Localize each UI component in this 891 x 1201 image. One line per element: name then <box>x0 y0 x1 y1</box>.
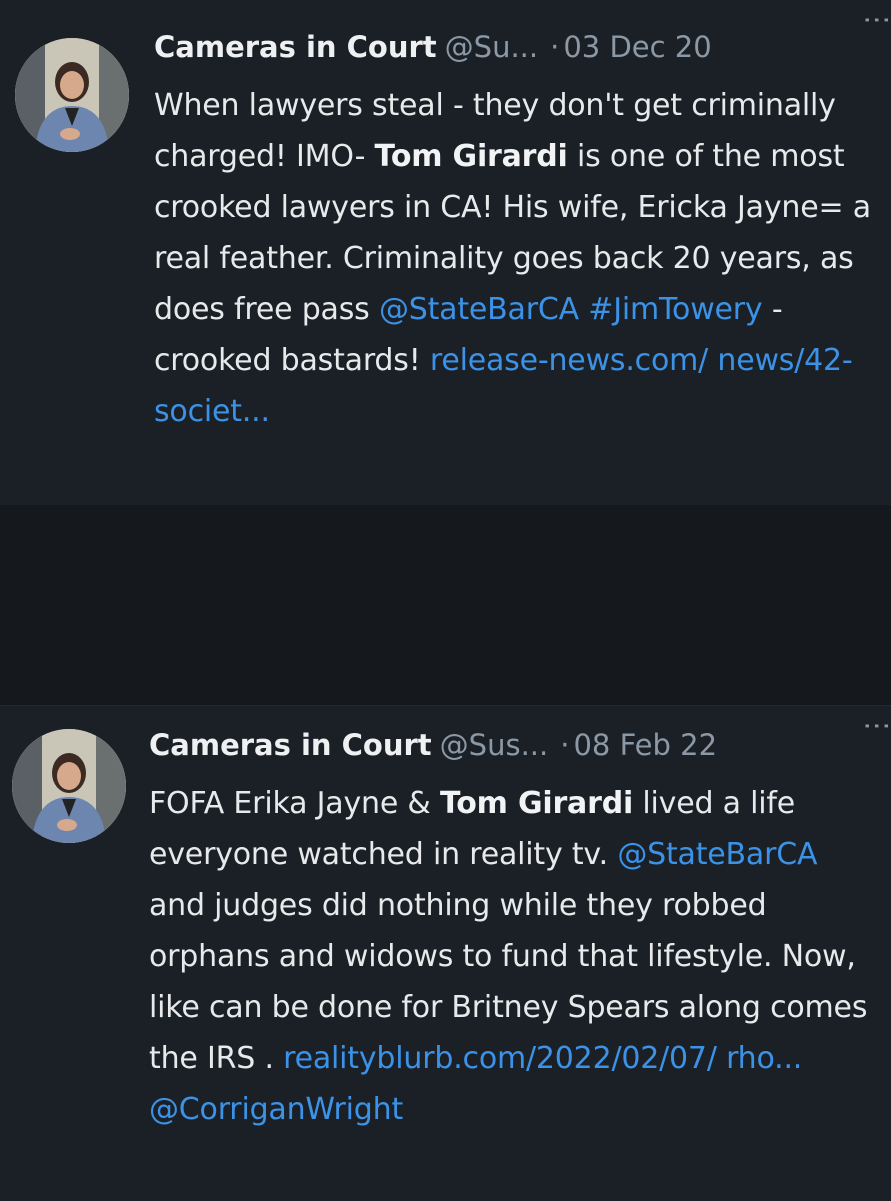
bold-text: Tom Girardi <box>439 786 634 821</box>
mention-link[interactable]: @CorriganWright <box>149 1092 403 1127</box>
text-segment: FOFA Erika Jayne & <box>149 786 440 821</box>
tweet-header: Cameras in Court @Su... · 03 Dec 20 <box>154 30 871 80</box>
more-options-icon[interactable]: ⋮ <box>861 712 891 738</box>
tweet-text: FOFA Erika Jayne & Tom Girardi lived a l… <box>149 778 871 1135</box>
profile-photo-icon <box>12 729 126 843</box>
display-name[interactable]: Cameras in Court <box>154 30 437 64</box>
separator-dot: · <box>550 30 560 64</box>
mention-link[interactable]: @StateBarCA <box>617 837 817 872</box>
avatar[interactable] <box>15 38 129 152</box>
separator-dot: · <box>560 728 570 762</box>
tweet-card[interactable]: Cameras in Court @Su... · 03 Dec 20 When… <box>0 0 891 505</box>
tweet-date[interactable]: 08 Feb 22 <box>573 728 717 762</box>
mention-link[interactable]: @StateBarCA <box>379 292 579 327</box>
hashtag-link[interactable]: #JimTowery <box>588 292 762 327</box>
more-options-icon[interactable]: ⋮ <box>861 6 891 32</box>
avatar[interactable] <box>12 729 126 843</box>
tweet-header: Cameras in Court @Sus... · 08 Feb 22 <box>149 728 871 778</box>
tweet-text: When lawyers steal - they don't get crim… <box>154 80 871 437</box>
tweet-date[interactable]: 03 Dec 20 <box>563 30 711 64</box>
url-link[interactable]: realityblurb.com/2022/02/07/ rho... <box>283 1041 802 1076</box>
user-handle[interactable]: @Su... <box>445 30 538 64</box>
bold-text: Tom Girardi <box>374 139 568 174</box>
tweet-card[interactable]: Cameras in Court @Sus... · 08 Feb 22 FOF… <box>0 705 891 1201</box>
profile-photo-icon <box>15 38 129 152</box>
user-handle[interactable]: @Sus... <box>440 728 549 762</box>
text-segment <box>579 292 588 327</box>
display-name[interactable]: Cameras in Court <box>149 728 432 762</box>
